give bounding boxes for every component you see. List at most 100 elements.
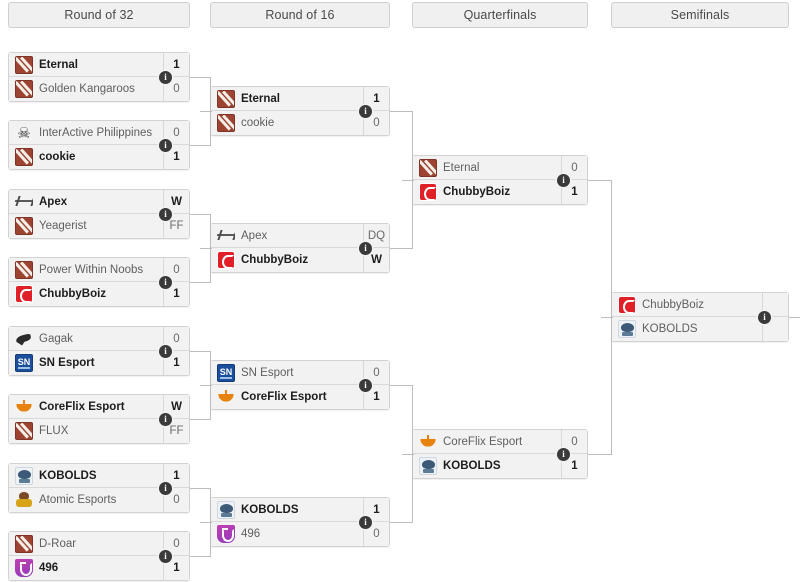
round-header-qf: Quarterfinals: [412, 2, 588, 28]
match-r32-m7[interactable]: KOBOLDS 1 Atomic Esports 0 i: [8, 463, 190, 513]
info-icon[interactable]: i: [159, 139, 172, 152]
connector: [390, 248, 412, 249]
team-name: ChubbyBoiz: [642, 298, 705, 311]
match-r32-m1[interactable]: Eternal 1 Golden Kangaroos 0 i: [8, 52, 190, 102]
info-icon[interactable]: i: [159, 482, 172, 495]
connector: [390, 522, 412, 523]
connector: [402, 180, 414, 181]
team-name: SN Esport: [39, 357, 95, 369]
team-name: Apex: [241, 229, 268, 242]
dota-logo-icon: [217, 114, 235, 132]
match-r16-m1[interactable]: Eternal 1 cookie 0 i: [210, 86, 390, 136]
connector: [190, 214, 210, 215]
team-name: CoreFlix Esport: [39, 400, 125, 413]
connector: [402, 454, 414, 455]
match-qf-m1[interactable]: Eternal 0 ChubbyBoiz 1 i: [412, 155, 588, 205]
match-r16-m2[interactable]: Apex DQ ChubbyBoiz W i: [210, 223, 390, 273]
match-r32-m5[interactable]: Gagak 0 SN Esport 1 i: [8, 326, 190, 376]
info-icon[interactable]: i: [758, 311, 771, 324]
dota-logo-icon: [419, 158, 437, 177]
kobolds-logo-icon: [217, 500, 235, 519]
connector: [190, 556, 210, 557]
coreflix-logo-icon: [15, 398, 33, 416]
match-r32-m3[interactable]: Apex W Yeagerist FF i: [8, 189, 190, 239]
team-name: Atomic Esports: [39, 494, 117, 506]
team-name: Golden Kangaroos: [39, 83, 135, 95]
match-r16-m3[interactable]: SN Esport 0 CoreFlix Esport 1 i: [210, 360, 390, 410]
apex-logo-icon: [15, 193, 33, 211]
kobolds-logo-icon: [618, 320, 636, 338]
connector: [588, 454, 611, 455]
sn-esport-logo-icon: [217, 363, 235, 382]
dota-logo-icon: [15, 148, 33, 166]
dota-logo-icon: [217, 89, 235, 108]
team-name: 496: [241, 528, 261, 540]
round-header-label: Semifinals: [670, 8, 730, 22]
team-name: ChubbyBoiz: [241, 254, 309, 266]
gagak-logo-icon: [15, 330, 33, 348]
match-r32-m2[interactable]: InterActive Philippines 0 cookie 1 i: [8, 120, 190, 170]
team-name: Gagak: [39, 332, 73, 345]
team-name: SN Esport: [241, 366, 294, 379]
dota-logo-icon: [15, 55, 33, 74]
info-icon[interactable]: i: [159, 345, 172, 358]
team-name: ChubbyBoiz: [443, 186, 511, 198]
dota-logo-icon: [15, 80, 33, 98]
chubbyboiz-logo-icon: [419, 183, 437, 201]
round-header-label: Quarterfinals: [463, 8, 537, 22]
round-header-label: Round of 32: [64, 8, 134, 22]
info-icon[interactable]: i: [359, 105, 372, 118]
team-name: Eternal: [241, 92, 280, 105]
connector: [190, 77, 210, 78]
dota-logo-icon: [15, 534, 33, 553]
info-icon[interactable]: i: [159, 550, 172, 563]
496-logo-icon: [217, 525, 235, 543]
match-r32-m4[interactable]: Power Within Noobs 0 ChubbyBoiz 1 i: [8, 257, 190, 307]
info-icon[interactable]: i: [359, 516, 372, 529]
connector: [190, 282, 210, 283]
kobolds-logo-icon: [15, 466, 33, 485]
dota-logo-icon: [15, 260, 33, 279]
team-name: InterActive Philippines: [39, 126, 153, 139]
connector: [200, 385, 212, 386]
connector: [601, 317, 613, 318]
match-r16-m4[interactable]: KOBOLDS 1 496 0 i: [210, 497, 390, 547]
match-r32-m6[interactable]: CoreFlix Esport W FLUX FF i: [8, 394, 190, 444]
connector: [200, 111, 212, 112]
tournament-bracket: Round of 32 Round of 16 Quarterfinals Se…: [0, 0, 800, 582]
team-name: Apex: [39, 195, 68, 208]
team-name: FLUX: [39, 425, 69, 437]
kobolds-logo-icon: [419, 457, 437, 475]
team-name: Yeagerist: [39, 220, 87, 232]
team-name: CoreFlix Esport: [443, 435, 523, 448]
team-name: cookie: [241, 117, 275, 129]
match-r32-m8[interactable]: D-Roar 0 496 1 i: [8, 531, 190, 581]
team-name: 496: [39, 562, 59, 574]
team-name: Power Within Noobs: [39, 263, 144, 276]
team-name: ChubbyBoiz: [39, 288, 107, 300]
round-header-label: Round of 16: [265, 8, 335, 22]
info-icon[interactable]: i: [159, 71, 172, 84]
team-name: KOBOLDS: [642, 323, 698, 335]
info-icon[interactable]: i: [557, 174, 570, 187]
info-icon[interactable]: i: [159, 208, 172, 221]
team-name: Eternal: [443, 161, 480, 174]
info-icon[interactable]: i: [359, 242, 372, 255]
info-icon[interactable]: i: [159, 276, 172, 289]
info-icon[interactable]: i: [359, 379, 372, 392]
chubbyboiz-logo-icon: [217, 251, 235, 269]
info-icon[interactable]: i: [557, 448, 570, 461]
sn-esport-logo-icon: [15, 354, 33, 372]
match-qf-m2[interactable]: CoreFlix Esport 0 KOBOLDS 1 i: [412, 429, 588, 479]
info-icon[interactable]: i: [159, 413, 172, 426]
dota-logo-icon: [15, 217, 33, 235]
match-sf-m1[interactable]: ChubbyBoiz KOBOLDS i: [611, 292, 789, 342]
round-header-r32: Round of 32: [8, 2, 190, 28]
atomic-esports-logo-icon: [15, 491, 33, 509]
team-name: CoreFlix Esport: [241, 391, 327, 403]
team-name: KOBOLDS: [241, 503, 299, 516]
team-name: D-Roar: [39, 537, 77, 550]
connector: [200, 522, 212, 523]
connector: [190, 419, 210, 420]
chubbyboiz-logo-icon: [618, 295, 636, 314]
